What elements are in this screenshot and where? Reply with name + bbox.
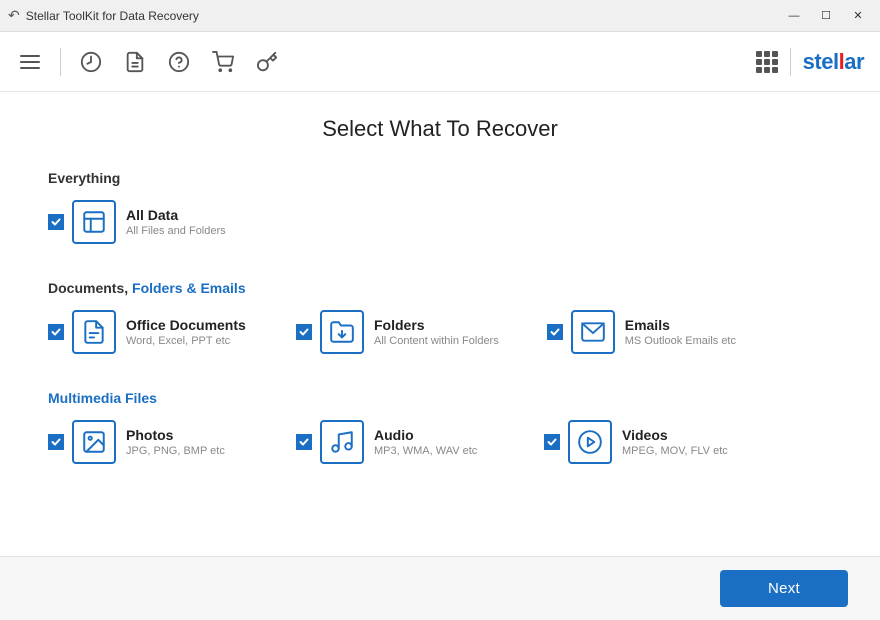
checkbox-folders-wrap [296, 310, 364, 354]
checkbox-photos-wrap [48, 420, 116, 464]
emails-text: Emails MS Outlook Emails etc [625, 317, 736, 347]
menu-icon[interactable] [16, 48, 44, 76]
photos-icon [72, 420, 116, 464]
window-title: Stellar ToolKit for Data Recovery [26, 9, 199, 23]
checkbox-emails[interactable] [547, 324, 563, 340]
office-documents-name: Office Documents [126, 317, 246, 333]
audio-desc: MP3, WMA, WAV etc [374, 445, 477, 457]
stellar-logo: stellar [803, 49, 864, 75]
all-data-icon [72, 200, 116, 244]
checkbox-videos[interactable] [544, 434, 560, 450]
option-office-documents: Office Documents Word, Excel, PPT etc [48, 310, 248, 354]
checkbox-videos-wrap [544, 420, 612, 464]
section-label-multimedia: Multimedia Files [48, 390, 832, 406]
emails-desc: MS Outlook Emails etc [625, 335, 736, 347]
audio-icon [320, 420, 364, 464]
option-videos: Videos MPEG, MOV, FLV etc [544, 420, 744, 464]
history-icon[interactable] [77, 48, 105, 76]
toolbar-right: stellar [756, 48, 864, 76]
minimize-button[interactable]: — [780, 6, 808, 26]
section-documents: Documents, Folders & Emails [48, 280, 832, 354]
folders-text: Folders All Content within Folders [374, 317, 499, 347]
back-arrow-icon: ↶ [8, 7, 20, 24]
audio-text: Audio MP3, WMA, WAV etc [374, 427, 477, 457]
apps-grid-icon[interactable] [756, 51, 778, 73]
checkbox-audio[interactable] [296, 434, 312, 450]
option-folders: Folders All Content within Folders [296, 310, 499, 354]
options-row-documents: Office Documents Word, Excel, PPT etc [48, 310, 832, 354]
title-bar-left: ↶ Stellar ToolKit for Data Recovery [8, 7, 199, 24]
checkbox-docs-wrap [48, 310, 116, 354]
all-data-desc: All Files and Folders [126, 225, 226, 237]
window-controls: — ☐ ✕ [780, 6, 872, 26]
all-data-name: All Data [126, 207, 226, 223]
videos-desc: MPEG, MOV, FLV etc [622, 445, 728, 457]
option-all-data: All Data All Files and Folders [48, 200, 248, 244]
videos-name: Videos [622, 427, 728, 443]
next-button[interactable]: Next [720, 570, 848, 607]
office-documents-desc: Word, Excel, PPT etc [126, 335, 246, 347]
section-label-documents: Documents, Folders & Emails [48, 280, 832, 296]
toolbar-divider [60, 48, 61, 76]
title-bar: ↶ Stellar ToolKit for Data Recovery — ☐ … [0, 0, 880, 32]
toolbar: stellar [0, 32, 880, 92]
help-icon[interactable] [165, 48, 193, 76]
close-button[interactable]: ✕ [844, 6, 872, 26]
checkbox-photos[interactable] [48, 434, 64, 450]
page-title: Select What To Recover [48, 116, 832, 142]
office-documents-text: Office Documents Word, Excel, PPT etc [126, 317, 246, 347]
office-documents-icon [72, 310, 116, 354]
options-row-everything: All Data All Files and Folders [48, 200, 832, 244]
options-row-multimedia: Photos JPG, PNG, BMP etc [48, 420, 832, 464]
checkbox-all-data-wrap [48, 200, 116, 244]
photos-name: Photos [126, 427, 225, 443]
option-photos: Photos JPG, PNG, BMP etc [48, 420, 248, 464]
emails-name: Emails [625, 317, 736, 333]
all-data-text: All Data All Files and Folders [126, 207, 226, 237]
checkbox-folders[interactable] [296, 324, 312, 340]
folders-icon [320, 310, 364, 354]
maximize-button[interactable]: ☐ [812, 6, 840, 26]
cart-icon[interactable] [209, 48, 237, 76]
photos-text: Photos JPG, PNG, BMP etc [126, 427, 225, 457]
audio-name: Audio [374, 427, 477, 443]
main-content: Select What To Recover Everything [0, 92, 880, 556]
photos-desc: JPG, PNG, BMP etc [126, 445, 225, 457]
option-emails: Emails MS Outlook Emails etc [547, 310, 747, 354]
logo-divider [790, 48, 791, 76]
folders-desc: All Content within Folders [374, 335, 499, 347]
option-audio: Audio MP3, WMA, WAV etc [296, 420, 496, 464]
key-icon[interactable] [253, 48, 281, 76]
toolbar-left [16, 48, 281, 76]
videos-icon [568, 420, 612, 464]
videos-text: Videos MPEG, MOV, FLV etc [622, 427, 728, 457]
folders-name: Folders [374, 317, 499, 333]
section-label-everything: Everything [48, 170, 832, 186]
checkbox-office-documents[interactable] [48, 324, 64, 340]
checkbox-all-data[interactable] [48, 214, 64, 230]
section-everything: Everything [48, 170, 832, 244]
emails-icon [571, 310, 615, 354]
checkbox-audio-wrap [296, 420, 364, 464]
footer: Next [0, 556, 880, 620]
section-multimedia: Multimedia Files [48, 390, 832, 464]
checkbox-emails-wrap [547, 310, 615, 354]
report-icon[interactable] [121, 48, 149, 76]
